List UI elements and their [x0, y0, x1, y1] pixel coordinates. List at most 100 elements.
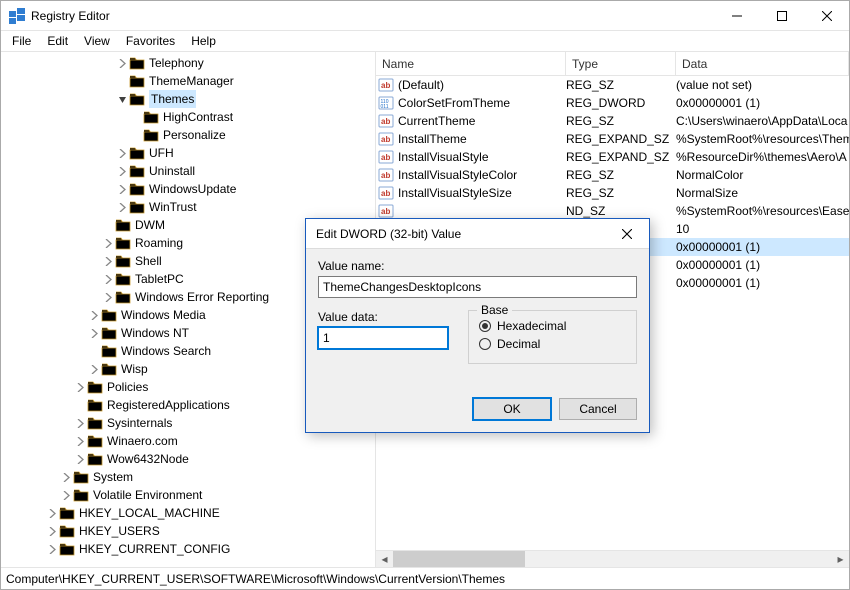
tree-item[interactable]: HKEY_USERS	[3, 522, 375, 540]
col-type[interactable]: Type	[566, 52, 676, 75]
tree-item-label: System	[93, 468, 133, 486]
value-name: (Default)	[396, 78, 566, 92]
tree-item[interactable]: UFH	[3, 144, 375, 162]
tree-item-label: HKEY_CURRENT_CONFIG	[79, 540, 230, 558]
radio-hex[interactable]: Hexadecimal	[479, 319, 626, 333]
list-row[interactable]: (Default)REG_SZ(value not set)	[376, 76, 849, 94]
chevron-right-icon[interactable]	[115, 167, 129, 176]
folder-icon	[115, 271, 131, 287]
chevron-right-icon[interactable]	[101, 239, 115, 248]
value-type: REG_SZ	[566, 114, 676, 128]
tree-item-label: Telephony	[149, 54, 204, 72]
tree-item[interactable]: ThemeManager	[3, 72, 375, 90]
value-name: ColorSetFromTheme	[396, 96, 566, 110]
chevron-right-icon[interactable]	[73, 455, 87, 464]
app-icon	[9, 8, 25, 24]
tree-item[interactable]: Winaero.com	[3, 432, 375, 450]
chevron-right-icon[interactable]	[45, 509, 59, 518]
value-data-label: Value data:	[318, 310, 448, 324]
scroll-thumb[interactable]	[393, 551, 525, 567]
tree-item[interactable]: Themes	[3, 90, 375, 108]
col-data[interactable]: Data	[676, 52, 849, 75]
tree-item[interactable]: WindowsUpdate	[3, 180, 375, 198]
menu-view[interactable]: View	[77, 32, 117, 50]
tree-item[interactable]: Volatile Environment	[3, 486, 375, 504]
list-row[interactable]: InstallVisualStyleSizeREG_SZNormalSize	[376, 184, 849, 202]
tree-item-label: Personalize	[163, 126, 226, 144]
chevron-right-icon[interactable]	[59, 473, 73, 482]
tree-item-label: Sysinternals	[107, 414, 172, 432]
radio-dec[interactable]: Decimal	[479, 337, 626, 351]
menu-help[interactable]: Help	[184, 32, 223, 50]
scroll-track[interactable]	[393, 551, 832, 567]
close-button[interactable]	[804, 1, 849, 30]
tree-item-label: Uninstall	[149, 162, 195, 180]
scroll-left-icon[interactable]: ◂	[376, 551, 393, 567]
tree-item[interactable]: Personalize	[3, 126, 375, 144]
tree-item[interactable]: HKEY_CURRENT_CONFIG	[3, 540, 375, 558]
tree-item[interactable]: Telephony	[3, 54, 375, 72]
tree-item-label: RegisteredApplications	[107, 396, 230, 414]
chevron-right-icon[interactable]	[115, 149, 129, 158]
tree-item-label: Roaming	[135, 234, 183, 252]
chevron-right-icon[interactable]	[87, 311, 101, 320]
maximize-button[interactable]	[759, 1, 804, 30]
col-name[interactable]: Name	[376, 52, 566, 75]
tree-item[interactable]: Uninstall	[3, 162, 375, 180]
edit-dword-dialog: Edit DWORD (32-bit) Value Value name: Va…	[305, 218, 650, 433]
hscrollbar[interactable]: ◂ ▸	[376, 550, 849, 567]
tree-item[interactable]: WinTrust	[3, 198, 375, 216]
folder-icon	[87, 433, 103, 449]
chevron-right-icon[interactable]	[87, 329, 101, 338]
dialog-titlebar[interactable]: Edit DWORD (32-bit) Value	[306, 219, 649, 249]
chevron-right-icon[interactable]	[87, 365, 101, 374]
tree-item[interactable]: HKEY_LOCAL_MACHINE	[3, 504, 375, 522]
folder-icon	[115, 235, 131, 251]
dialog-close-button[interactable]	[607, 220, 647, 248]
dialog-buttons: OK Cancel	[306, 398, 649, 432]
chevron-down-icon[interactable]	[115, 95, 129, 104]
list-row[interactable]: ColorSetFromThemeREG_DWORD0x00000001 (1)	[376, 94, 849, 112]
reg-string-icon	[376, 77, 396, 93]
cancel-button[interactable]: Cancel	[559, 398, 637, 420]
scroll-right-icon[interactable]: ▸	[832, 551, 849, 567]
reg-string-icon	[376, 131, 396, 147]
titlebar[interactable]: Registry Editor	[1, 1, 849, 31]
folder-icon	[143, 109, 159, 125]
menu-file[interactable]: File	[5, 32, 38, 50]
menu-edit[interactable]: Edit	[40, 32, 75, 50]
chevron-right-icon[interactable]	[101, 257, 115, 266]
chevron-right-icon[interactable]	[101, 293, 115, 302]
chevron-right-icon[interactable]	[115, 185, 129, 194]
chevron-right-icon[interactable]	[115, 59, 129, 68]
chevron-right-icon[interactable]	[101, 275, 115, 284]
list-row[interactable]: InstallVisualStyleREG_EXPAND_SZ%Resource…	[376, 148, 849, 166]
folder-icon	[59, 523, 75, 539]
value-data: NormalColor	[676, 168, 849, 182]
value-name-field[interactable]	[318, 276, 637, 298]
chevron-right-icon[interactable]	[73, 383, 87, 392]
tree-item[interactable]: System	[3, 468, 375, 486]
chevron-right-icon[interactable]	[115, 203, 129, 212]
chevron-right-icon[interactable]	[45, 527, 59, 536]
list-header[interactable]: Name Type Data	[376, 52, 849, 76]
tree-item-label: HKEY_USERS	[79, 522, 160, 540]
folder-icon	[59, 541, 75, 557]
menu-favorites[interactable]: Favorites	[119, 32, 182, 50]
minimize-button[interactable]	[714, 1, 759, 30]
list-row[interactable]: CurrentThemeREG_SZC:\Users\winaero\AppDa…	[376, 112, 849, 130]
tree-item-label: Windows Media	[121, 306, 206, 324]
chevron-right-icon[interactable]	[73, 419, 87, 428]
ok-button[interactable]: OK	[473, 398, 551, 420]
chevron-right-icon[interactable]	[45, 545, 59, 554]
chevron-right-icon[interactable]	[73, 437, 87, 446]
value-data-field[interactable]	[318, 327, 448, 349]
tree-item[interactable]: HighContrast	[3, 108, 375, 126]
menubar: File Edit View Favorites Help	[1, 31, 849, 51]
tree-item[interactable]: Wow6432Node	[3, 450, 375, 468]
folder-icon	[129, 145, 145, 161]
list-row[interactable]: InstallVisualStyleColorREG_SZNormalColor	[376, 166, 849, 184]
list-row[interactable]: InstallThemeREG_EXPAND_SZ%SystemRoot%\re…	[376, 130, 849, 148]
chevron-right-icon[interactable]	[59, 491, 73, 500]
value-name: InstallTheme	[396, 132, 566, 146]
